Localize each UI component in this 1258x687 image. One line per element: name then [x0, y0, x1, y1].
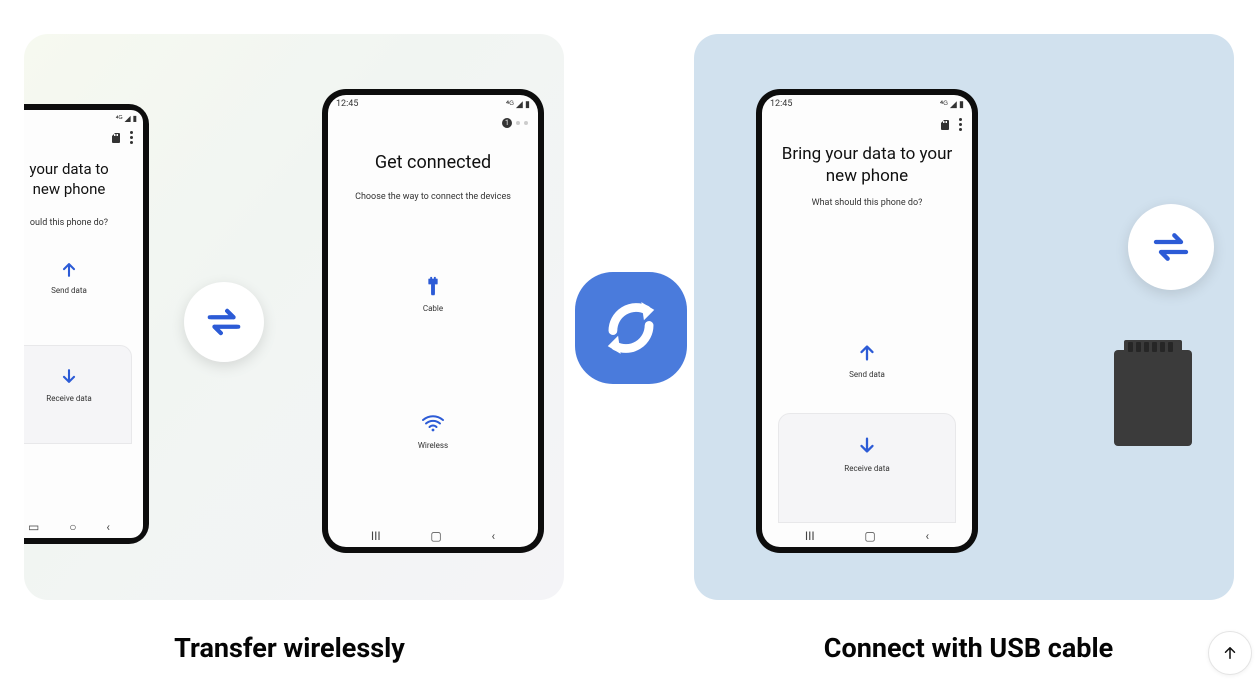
captions-row: Transfer wirelessly Connect with USB cab… — [0, 632, 1258, 664]
scroll-to-top-button[interactable] — [1208, 631, 1252, 675]
screen-title: Bring your data to your new phone — [762, 143, 972, 187]
step-3 — [524, 121, 528, 125]
wifi-icon — [421, 411, 445, 435]
arrow-down-icon — [856, 434, 878, 456]
status-bar: ⁴ᴳ ◢ ▮ — [24, 110, 143, 125]
sd-card-icon — [110, 132, 122, 144]
screen-subtitle: ould this phone do? — [24, 217, 143, 230]
new-phone-mock: 12:45 ⁴ᴳ ◢ ▮ Bring your data to your new… — [756, 89, 978, 553]
arrow-up-icon — [1221, 644, 1239, 662]
smart-switch-logo — [575, 272, 687, 384]
panel-connect-usb: 12:45 ⁴ᴳ ◢ ▮ Bring your data to your new… — [694, 34, 1234, 600]
step-2 — [516, 121, 520, 125]
wireless-label: Wireless — [418, 441, 448, 450]
step-1-active: 1 — [502, 118, 512, 128]
caption-wireless: Transfer wirelessly — [0, 632, 579, 664]
send-data-option[interactable]: Send data — [849, 342, 885, 379]
new-phone-mock: 12:45 ⁴ᴳ ◢ ▮ 1 Get connected Choose the … — [322, 89, 544, 553]
signal-icons: ⁴ᴳ ◢ ▮ — [116, 114, 137, 123]
nav-home-icon[interactable]: ▢ — [864, 529, 875, 543]
status-bar: 12:45 ⁴ᴳ ◢ ▮ — [762, 95, 972, 112]
nav-bar: III ▢ ‹ — [762, 523, 972, 547]
receive-data-option[interactable]: Receive data — [24, 345, 132, 444]
app-header — [24, 125, 143, 150]
receive-data-label: Receive data — [844, 464, 889, 473]
nav-recents-icon[interactable]: III — [805, 529, 815, 543]
receive-data-label: Receive data — [46, 394, 91, 403]
signal-icons: ⁴ᴳ ◢ ▮ — [506, 99, 530, 110]
signal-icons: ⁴ᴳ ◢ ▮ — [940, 99, 964, 110]
send-data-label: Send data — [849, 370, 885, 379]
more-menu-icon[interactable] — [959, 118, 962, 131]
arrow-down-icon — [59, 366, 79, 386]
nav-recents-icon[interactable]: III — [371, 529, 381, 543]
screen-subtitle: What should this phone do? — [762, 197, 972, 210]
nav-home-icon[interactable]: ▢ — [430, 529, 441, 543]
nav-recents-icon[interactable]: ▭ — [28, 520, 39, 534]
clock: 12:45 — [770, 99, 792, 110]
status-bar: 12:45 ⁴ᴳ ◢ ▮ — [328, 95, 538, 112]
arrow-up-icon — [856, 342, 878, 364]
nav-bar: III ▢ ‹ — [328, 523, 538, 547]
screen-title: your data to new phone — [24, 160, 143, 199]
nav-back-icon[interactable]: ‹ — [492, 529, 496, 543]
more-menu-icon[interactable] — [130, 131, 133, 144]
sd-card-graphic — [1114, 350, 1192, 446]
panel-transfer-wirelessly: ⁴ᴳ ◢ ▮ your data to new phone ould this … — [24, 34, 564, 600]
send-data-option[interactable]: Send data — [51, 260, 87, 295]
cable-icon — [422, 276, 444, 298]
old-phone-mock: ⁴ᴳ ◢ ▮ your data to new phone ould this … — [24, 104, 149, 544]
caption-usb: Connect with USB cable — [679, 632, 1258, 664]
send-data-label: Send data — [51, 286, 87, 295]
sd-card-icon — [939, 119, 951, 131]
nav-back-icon[interactable]: ‹ — [106, 520, 110, 534]
wireless-option[interactable]: Wireless — [418, 411, 448, 450]
receive-data-option[interactable]: Receive data — [778, 413, 957, 523]
clock: 12:45 — [336, 99, 358, 110]
arrow-up-icon — [59, 260, 79, 280]
cable-option[interactable]: Cable — [422, 276, 444, 313]
cable-label: Cable — [423, 304, 443, 313]
nav-home-icon[interactable]: ○ — [69, 520, 76, 534]
nav-bar: ▭ ○ ‹ — [24, 514, 143, 538]
screen-subtitle: Choose the way to connect the devices — [328, 191, 538, 204]
step-indicator: 1 — [328, 112, 538, 134]
screen-title: Get connected — [328, 152, 538, 173]
swap-icon — [184, 282, 264, 362]
swap-icon — [1128, 204, 1214, 290]
nav-back-icon[interactable]: ‹ — [926, 529, 930, 543]
app-header — [762, 112, 972, 137]
